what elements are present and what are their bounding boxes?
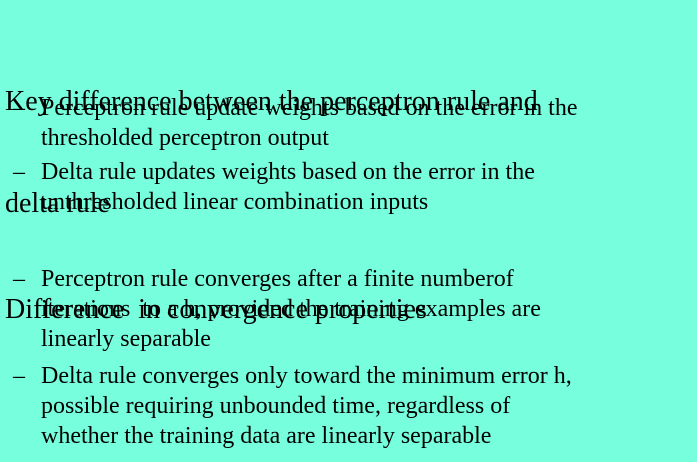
bullet-line: whether the training data are linearly s… (41, 423, 492, 449)
bullet-dash: – (13, 266, 25, 292)
bullet-line: possible requiring unbounded time, regar… (41, 393, 511, 419)
bullet-line: unthresholded linear combination inputs (41, 189, 429, 215)
bullet-line: Perceptron rule converges after a finite… (41, 266, 514, 292)
bullet-line: linearly separable (41, 326, 211, 352)
bullet-line: thresholded perceptron output (41, 125, 329, 151)
bullet-dash: – (13, 159, 25, 185)
bullet-dash: – (13, 363, 25, 389)
slide: Key difference between the perceptron ru… (0, 0, 697, 462)
bullet-line: iterations to a h, provided the training… (41, 296, 541, 322)
bullet-dash: – (13, 95, 25, 121)
bullet-line: Perceptron rule update weights based on … (41, 95, 578, 121)
bullet-line: Delta rule converges only toward the min… (41, 363, 572, 389)
bullet-line: Delta rule updates weights based on the … (41, 159, 535, 185)
